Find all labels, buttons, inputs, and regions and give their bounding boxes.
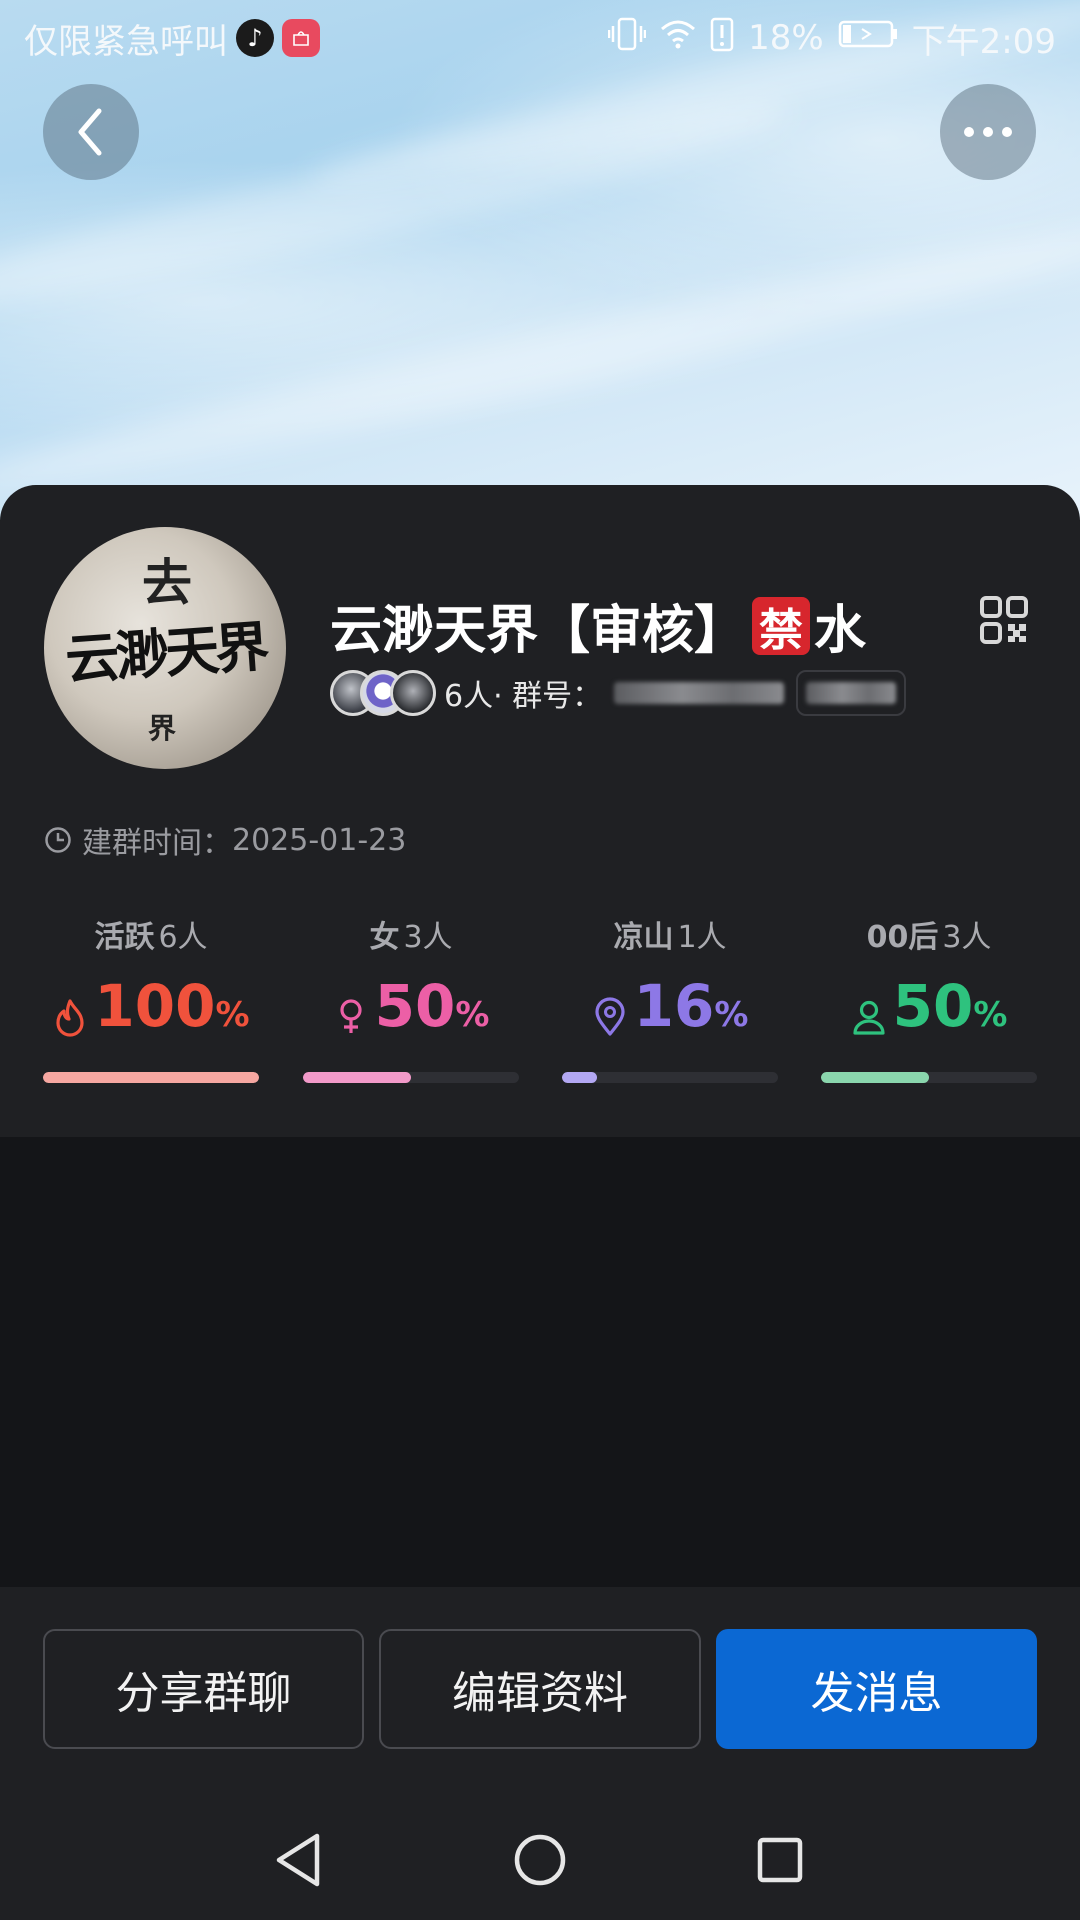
share-group-button[interactable]: 分享群聊 (43, 1629, 364, 1749)
nav-recents-button[interactable] (740, 1820, 820, 1900)
tiktok-icon: ♪ (236, 19, 274, 57)
avatar-top-char: 去 (142, 553, 192, 612)
avatar-bottom-char: 界 (148, 712, 177, 745)
more-dots-icon (964, 127, 1012, 137)
stat-count: 1人 (677, 920, 727, 955)
person-icon (852, 1000, 885, 1035)
member-count: 6人 (444, 679, 494, 714)
stat-label: 女 (369, 920, 400, 955)
clock-time: 下午2:09 (911, 21, 1056, 62)
square-recents-icon (757, 1837, 803, 1883)
qr-code-icon[interactable] (980, 596, 1028, 644)
stat-label: 00后 (866, 920, 939, 955)
battery-percent: 18% (748, 18, 824, 58)
edit-profile-button[interactable]: 编辑资料 (379, 1629, 701, 1749)
battery-alert-icon (710, 16, 734, 61)
stat-bar-fill (303, 1072, 411, 1083)
group-name-suffix: 水 (814, 601, 867, 661)
group-name: 云渺天界【审核】 禁 水 (330, 588, 866, 663)
stat-bar-age (821, 1072, 1037, 1083)
redacted-group-number (614, 682, 785, 704)
stat-location: 凉山 1人 16% (562, 910, 778, 1062)
wifi-icon (660, 18, 696, 58)
created-date: 2025-01-23 (232, 822, 407, 858)
location-pin-icon (594, 997, 625, 1036)
created-time: 建群时间： 2025-01-23 (44, 818, 406, 862)
stat-bar-female (303, 1072, 519, 1083)
triangle-back-icon (276, 1833, 320, 1887)
chevron-left-icon (78, 108, 102, 156)
stat-unit: % (714, 995, 749, 1035)
stat-bar-fill (562, 1072, 597, 1083)
stat-active: 活跃 6人 100% (43, 910, 259, 1062)
group-avatar[interactable]: 去 云渺天界 界 (44, 527, 286, 769)
stat-bar-location (562, 1072, 778, 1083)
fire-icon (56, 999, 85, 1037)
stat-unit: % (455, 995, 490, 1035)
stat-count: 6人 (158, 920, 208, 955)
stat-percent: 50 (892, 972, 974, 1040)
vibrate-icon (607, 16, 647, 61)
stat-bar-fill (43, 1072, 259, 1083)
back-button[interactable] (43, 84, 139, 180)
stat-age: 00后 3人 50% (821, 910, 1037, 1062)
stat-label: 活跃 (94, 920, 155, 955)
female-icon (339, 999, 362, 1033)
nav-home-button[interactable] (500, 1820, 580, 1900)
huawei-appgallery-icon (282, 19, 320, 57)
redacted-pill-content (806, 682, 897, 704)
header-background (0, 0, 1080, 520)
status-carrier-text: 仅限紧急呼叫 (24, 21, 228, 62)
stat-bar-active (43, 1072, 259, 1083)
nav-back-button[interactable] (258, 1820, 338, 1900)
stat-unit: % (973, 995, 1008, 1035)
stat-female: 女 3人 50% (303, 910, 519, 1062)
battery-icon (838, 18, 898, 58)
group-name-text: 云渺天界【审核】 (330, 601, 747, 661)
stat-count: 3人 (403, 920, 453, 955)
stat-percent: 50 (374, 972, 456, 1040)
send-message-button[interactable]: 发消息 (716, 1629, 1037, 1749)
stat-unit: % (215, 995, 250, 1035)
created-label: 建群时间： (82, 826, 232, 861)
system-nav-bar (0, 1820, 1080, 1900)
member-avatars (330, 670, 436, 716)
stat-percent: 100 (94, 972, 216, 1040)
stat-label: 凉山 (613, 920, 674, 955)
status-bar: 仅限紧急呼叫 ♪ 18% 下午2:09 (0, 0, 1080, 76)
avatar-calligraphy: 云渺天界 (63, 613, 268, 692)
circle-home-icon (514, 1834, 566, 1886)
copy-group-number-button[interactable] (796, 670, 907, 716)
clock-icon (45, 827, 71, 853)
stat-percent: 16 (633, 972, 715, 1040)
group-number-label: · 群号： (493, 679, 603, 714)
avatar (390, 670, 436, 716)
stat-count: 3人 (942, 920, 992, 955)
stat-bar-fill (821, 1072, 929, 1083)
ban-badge: 禁 (752, 596, 811, 656)
content-area (0, 1137, 1080, 1587)
member-summary[interactable]: 6人 · 群号： (330, 668, 907, 718)
more-options-button[interactable] (940, 84, 1036, 180)
